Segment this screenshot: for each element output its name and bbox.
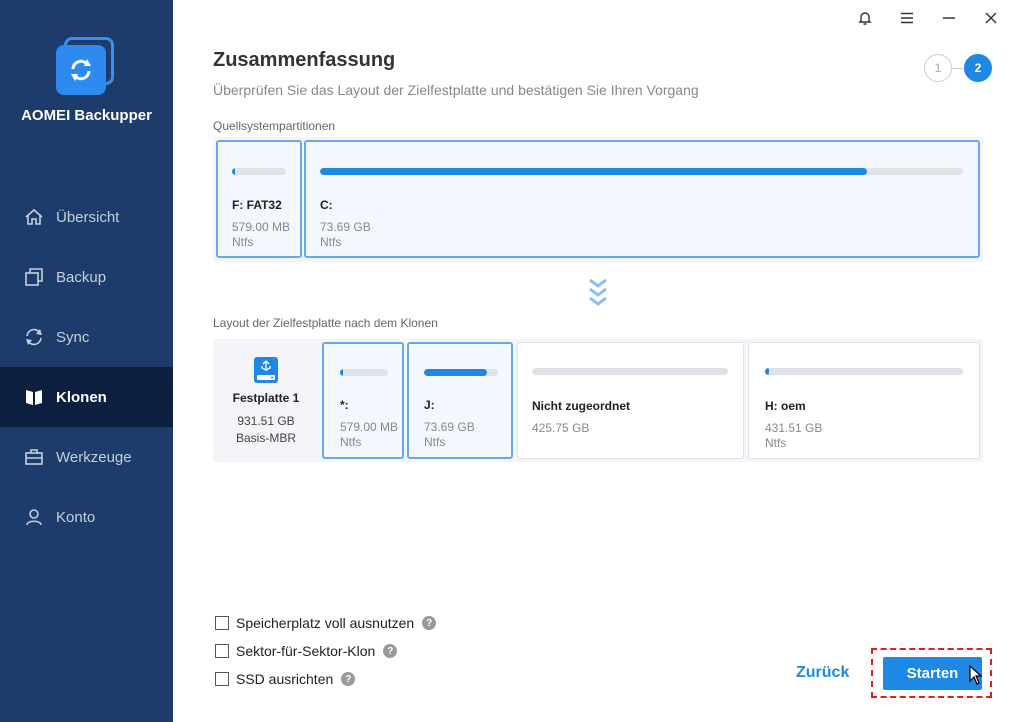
sidebar: AOMEI Backupper Übersicht Backup Sync Kl… xyxy=(0,0,173,722)
destination-disk-panel: Festplatte 1 931.51 GB Basis-MBR *: 579.… xyxy=(213,339,983,462)
disk-size: 931.51 GB xyxy=(237,414,295,428)
sidebar-item-label: Sync xyxy=(56,328,90,346)
step-2-current: 2 xyxy=(964,54,992,82)
partition-name: *: xyxy=(340,398,349,412)
option-label: Speicherplatz voll ausnutzen xyxy=(236,615,415,631)
partition-filesystem: Ntfs xyxy=(424,435,446,449)
dest-partition-h[interactable]: H: oem 431.51 GB Ntfs xyxy=(748,342,980,459)
start-button[interactable]: Starten xyxy=(883,657,982,690)
partition-filesystem: Ntfs xyxy=(765,436,787,450)
home-icon xyxy=(24,207,44,227)
close-icon[interactable] xyxy=(970,6,1012,30)
sidebar-item-uebersicht[interactable]: Übersicht xyxy=(0,187,173,247)
sidebar-item-label: Übersicht xyxy=(56,208,120,226)
partition-size: 579.00 MB xyxy=(232,220,291,234)
sync-arrows-logo-icon xyxy=(71,59,91,81)
usb-disk-icon xyxy=(254,357,278,383)
partition-filesystem: Ntfs xyxy=(340,435,362,449)
user-icon xyxy=(24,507,44,527)
usage-bar xyxy=(340,369,388,376)
sidebar-item-werkzeuge[interactable]: Werkzeuge xyxy=(0,427,173,487)
partition-name: F: FAT32 xyxy=(232,198,282,212)
partition-size: 431.51 GB xyxy=(765,421,823,435)
sidebar-item-label: Backup xyxy=(56,268,107,286)
option-ssd-align: SSD ausrichten ? xyxy=(215,671,356,687)
destination-section-label: Layout der Zielfestplatte nach dem Klone… xyxy=(213,316,438,330)
partition-size: 73.69 GB xyxy=(424,420,475,434)
page-title: Zusammenfassung xyxy=(213,49,396,71)
sidebar-item-sync[interactable]: Sync xyxy=(0,307,173,367)
sidebar-item-konto[interactable]: Konto xyxy=(0,487,173,547)
destination-disk-info: Festplatte 1 931.51 GB Basis-MBR xyxy=(213,339,319,462)
option-label: Sektor-für-Sektor-Klon xyxy=(236,643,376,659)
option-sector-clone: Sektor-für-Sektor-Klon ? xyxy=(215,643,398,659)
dest-partition-j[interactable]: J: 73.69 GB Ntfs xyxy=(407,342,513,459)
step-1: 1 xyxy=(924,54,952,82)
partition-filesystem: Ntfs xyxy=(232,235,254,249)
app-logo xyxy=(56,37,116,97)
dest-partition-unallocated[interactable]: Nicht zugeordnet 425.75 GB xyxy=(517,342,744,459)
usage-bar xyxy=(532,368,728,375)
backup-icon xyxy=(24,267,44,287)
partition-name: J: xyxy=(424,398,435,412)
ssd-align-checkbox[interactable] xyxy=(215,672,229,686)
menu-icon[interactable] xyxy=(886,6,928,30)
help-icon[interactable]: ? xyxy=(422,616,437,630)
sidebar-nav: Übersicht Backup Sync Klonen Werkzeuge K… xyxy=(0,187,173,547)
partition-size: 73.69 GB xyxy=(320,220,371,234)
help-icon[interactable]: ? xyxy=(383,644,398,658)
step-indicator: 1 2 xyxy=(924,54,992,82)
sidebar-item-label: Werkzeuge xyxy=(56,448,132,466)
source-partition-f[interactable]: F: FAT32 579.00 MB Ntfs xyxy=(216,140,302,258)
source-disk-panel: F: FAT32 579.00 MB Ntfs C: 73.69 GB Ntfs xyxy=(213,137,983,262)
sidebar-item-klonen[interactable]: Klonen xyxy=(0,367,173,427)
source-partition-c[interactable]: C: 73.69 GB Ntfs xyxy=(304,140,980,258)
usage-bar xyxy=(765,368,963,375)
disk-type: Basis-MBR xyxy=(235,431,296,445)
toolbox-icon xyxy=(24,447,44,467)
option-label: SSD ausrichten xyxy=(236,671,334,687)
sidebar-item-label: Konto xyxy=(56,508,96,526)
source-section-label: Quellsystempartitionen xyxy=(213,119,336,133)
partition-filesystem: Ntfs xyxy=(320,235,342,249)
sidebar-item-backup[interactable]: Backup xyxy=(0,247,173,307)
partition-size: 579.00 MB xyxy=(340,420,399,434)
sidebar-item-label: Klonen xyxy=(56,388,107,406)
sync-icon xyxy=(24,327,44,347)
help-icon[interactable]: ? xyxy=(341,672,356,686)
partition-name: C: xyxy=(320,198,333,212)
option-full-space: Speicherplatz voll ausnutzen ? xyxy=(215,615,437,631)
partition-name: H: oem xyxy=(765,399,806,413)
partition-name: Nicht zugeordnet xyxy=(532,399,630,413)
page-subtitle: Überprüfen Sie das Layout der Zielfestpl… xyxy=(213,82,699,98)
minimize-icon[interactable] xyxy=(928,6,970,30)
usage-bar xyxy=(320,168,963,175)
mouse-cursor-icon xyxy=(969,665,983,685)
usage-bar xyxy=(424,369,498,376)
app-name: AOMEI Backupper xyxy=(21,107,152,124)
full-space-checkbox[interactable] xyxy=(215,616,229,630)
window-controls xyxy=(844,6,1012,30)
dest-partition-star[interactable]: *: 579.00 MB Ntfs xyxy=(322,342,404,459)
partition-size: 425.75 GB xyxy=(532,421,590,435)
usage-bar xyxy=(232,168,286,175)
double-chevron-down-icon xyxy=(589,278,607,306)
notification-bell-icon[interactable] xyxy=(844,6,886,30)
clone-icon xyxy=(24,387,44,407)
disk-name: Festplatte 1 xyxy=(232,391,300,405)
sector-clone-checkbox[interactable] xyxy=(215,644,229,658)
back-button[interactable]: Zurück xyxy=(796,664,849,682)
